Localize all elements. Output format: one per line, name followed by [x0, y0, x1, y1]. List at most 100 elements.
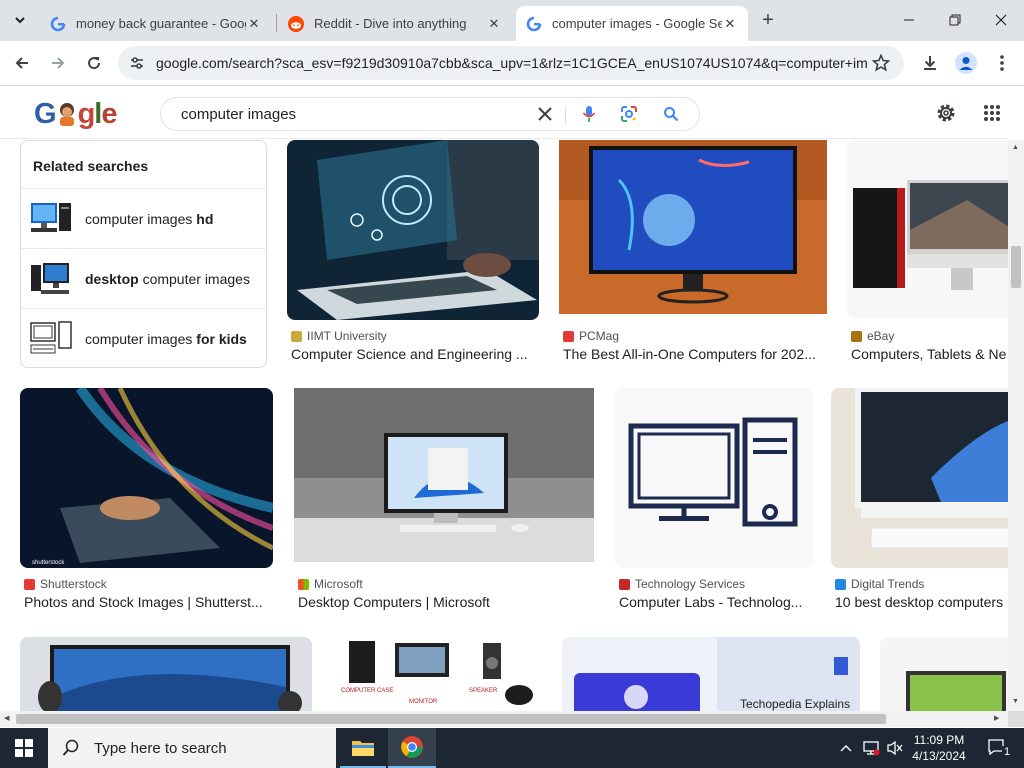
image-result-card[interactable]: Techopedia Explains [562, 637, 860, 711]
image-result-card[interactable]: COMPUTER CASE MONITOR SPEAKER [333, 637, 541, 711]
related-searches-panel: Related searches computer images hd desk… [20, 140, 267, 368]
monitor-label: MONITOR [409, 699, 438, 705]
network-icon[interactable] [860, 728, 882, 768]
tab-title: computer images - Google Sea [552, 16, 722, 31]
address-bar[interactable]: google.com/search?sca_esv=f9219d30910a7c… [118, 46, 904, 80]
image-result-card[interactable] [880, 637, 1008, 711]
tab-search-chevron-icon[interactable] [6, 6, 34, 34]
google-apps-grid-icon[interactable] [980, 99, 1004, 127]
related-search-item[interactable]: computer images hd [21, 189, 266, 249]
result-caption[interactable]: 10 best desktop computers [835, 594, 1008, 610]
chrome-taskbar-icon[interactable] [388, 728, 436, 768]
scroll-down-arrow-icon[interactable]: ▼ [1012, 698, 1019, 705]
search-submit-icon[interactable] [659, 98, 683, 130]
search-input[interactable] [181, 105, 521, 123]
result-source: IIMT University [291, 329, 387, 343]
result-caption[interactable]: Computer Labs - Technolog... [619, 594, 813, 610]
restore-button[interactable] [932, 0, 978, 40]
taskbar-search-box[interactable]: Type here to search [48, 728, 336, 768]
result-image-digital-code-hands[interactable]: shutterstock [20, 388, 273, 568]
horizontal-scroll-thumb[interactable] [16, 714, 886, 724]
forward-arrow-icon[interactable] [44, 49, 72, 77]
result-image-macos-desktop[interactable] [20, 637, 312, 711]
result-image-laptop-green[interactable] [880, 637, 1008, 711]
result-image-computer-outline[interactable] [615, 388, 813, 568]
download-icon[interactable] [916, 49, 944, 77]
tab-title: Reddit - Dive into anything [314, 16, 467, 31]
result-caption[interactable]: Computer Science and Engineering ... [291, 346, 539, 362]
vertical-scroll-thumb[interactable] [1011, 246, 1021, 288]
profile-avatar-icon[interactable] [952, 49, 980, 77]
browser-menu-icon[interactable] [988, 49, 1016, 77]
close-window-button[interactable] [978, 0, 1024, 40]
result-image-all-in-one-monitor[interactable] [559, 140, 827, 314]
file-explorer-icon[interactable] [340, 728, 386, 768]
tab-reddit[interactable]: Reddit - Dive into anything ✕ [278, 6, 512, 41]
image-result-card[interactable]: Digital Trends 10 best desktop computers [831, 388, 1008, 618]
result-image-windows-desktop[interactable] [294, 388, 594, 562]
settings-gear-icon[interactable] [934, 99, 958, 127]
result-caption[interactable]: The Best All-in-One Computers for 202... [563, 346, 827, 362]
tab-money-back[interactable]: money back guarantee - Googl ✕ [40, 6, 272, 41]
result-image-desktop-tower-imac[interactable] [847, 140, 1008, 318]
related-thumbnail [29, 257, 73, 301]
google-header: Ggle [0, 87, 1008, 139]
minimize-button[interactable] [886, 0, 932, 40]
system-clock[interactable]: 11:09 PM 4/13/2024 [908, 728, 970, 768]
result-image-laptop-hologram[interactable] [287, 140, 539, 320]
shutterstock-watermark: shutterstock [32, 560, 65, 566]
show-hidden-icons-chevron-icon[interactable] [836, 728, 856, 768]
vertical-scrollbar[interactable]: ▲ ▼ [1008, 140, 1024, 711]
reload-icon[interactable] [80, 49, 108, 77]
notification-count-badge: 1 [1002, 746, 1013, 758]
browser-toolbar: google.com/search?sca_esv=f9219d30910a7c… [0, 41, 1024, 86]
image-result-card[interactable]: Technology Services Computer Labs - Tech… [615, 388, 813, 618]
source-favicon-icon [563, 330, 574, 342]
clock-date: 4/13/2024 [912, 749, 966, 763]
result-caption[interactable]: Computers, Tablets & Ne [851, 346, 1008, 362]
google-doodle-logo[interactable]: Ggle [34, 97, 117, 131]
clear-search-icon[interactable] [533, 98, 557, 130]
notification-center-icon[interactable]: 1 [978, 728, 1018, 768]
result-source: Digital Trends [835, 577, 924, 591]
horizontal-scrollbar[interactable]: ◀ ▶ [0, 711, 1008, 727]
windows-start-icon[interactable] [0, 728, 48, 768]
clock-time: 11:09 PM [913, 733, 965, 747]
image-result-card[interactable]: eBay Computers, Tablets & Ne [847, 140, 1008, 370]
voice-search-mic-icon[interactable] [577, 98, 601, 130]
computer-case-label: COMPUTER CASE [341, 688, 393, 694]
google-lens-icon[interactable] [617, 98, 641, 130]
result-image-techopedia[interactable]: Techopedia Explains [562, 637, 860, 711]
related-search-item[interactable]: desktop computer images [21, 249, 266, 309]
tab-computer-images[interactable]: computer images - Google Sea ✕ [516, 6, 748, 41]
close-tab-icon[interactable]: ✕ [722, 16, 738, 32]
source-favicon-icon [24, 578, 35, 590]
image-result-card[interactable]: IIMT University Computer Science and Eng… [287, 140, 539, 370]
search-box[interactable] [160, 97, 700, 131]
related-search-text: computer images hd [85, 210, 214, 227]
result-image-computer-parts-diagram[interactable]: COMPUTER CASE MONITOR SPEAKER [333, 637, 541, 711]
image-result-card[interactable]: shutterstock Shutterstock Photos and Sto… [20, 388, 273, 618]
bookmark-star-icon[interactable] [871, 53, 891, 77]
result-image-white-all-in-one[interactable] [831, 388, 1008, 568]
close-tab-icon[interactable]: ✕ [246, 16, 262, 32]
image-result-card[interactable]: PCMag The Best All-in-One Computers for … [559, 140, 827, 370]
site-info-icon[interactable] [118, 55, 156, 71]
back-arrow-icon[interactable] [8, 49, 36, 77]
windows-taskbar: Type here to search 11:09 PM 4/13/2024 1 [0, 728, 1024, 768]
scroll-left-arrow-icon[interactable]: ◀ [4, 714, 9, 722]
tab-bar: money back guarantee - Googl ✕ Reddit - … [0, 0, 1024, 41]
source-favicon-icon [851, 330, 862, 342]
scroll-right-arrow-icon[interactable]: ▶ [994, 714, 999, 722]
image-result-card[interactable] [20, 637, 312, 711]
volume-muted-icon[interactable] [884, 728, 906, 768]
reddit-icon [288, 15, 304, 32]
image-result-card[interactable]: Microsoft Desktop Computers | Microsoft [294, 388, 594, 618]
result-caption[interactable]: Desktop Computers | Microsoft [298, 594, 594, 610]
new-tab-button[interactable]: + [754, 6, 782, 34]
close-tab-icon[interactable]: ✕ [486, 16, 502, 32]
result-source: eBay [851, 329, 894, 343]
scroll-up-arrow-icon[interactable]: ▲ [1012, 144, 1019, 151]
related-search-item[interactable]: computer images for kids [21, 309, 266, 369]
result-caption[interactable]: Photos and Stock Images | Shutterst... [24, 594, 273, 610]
